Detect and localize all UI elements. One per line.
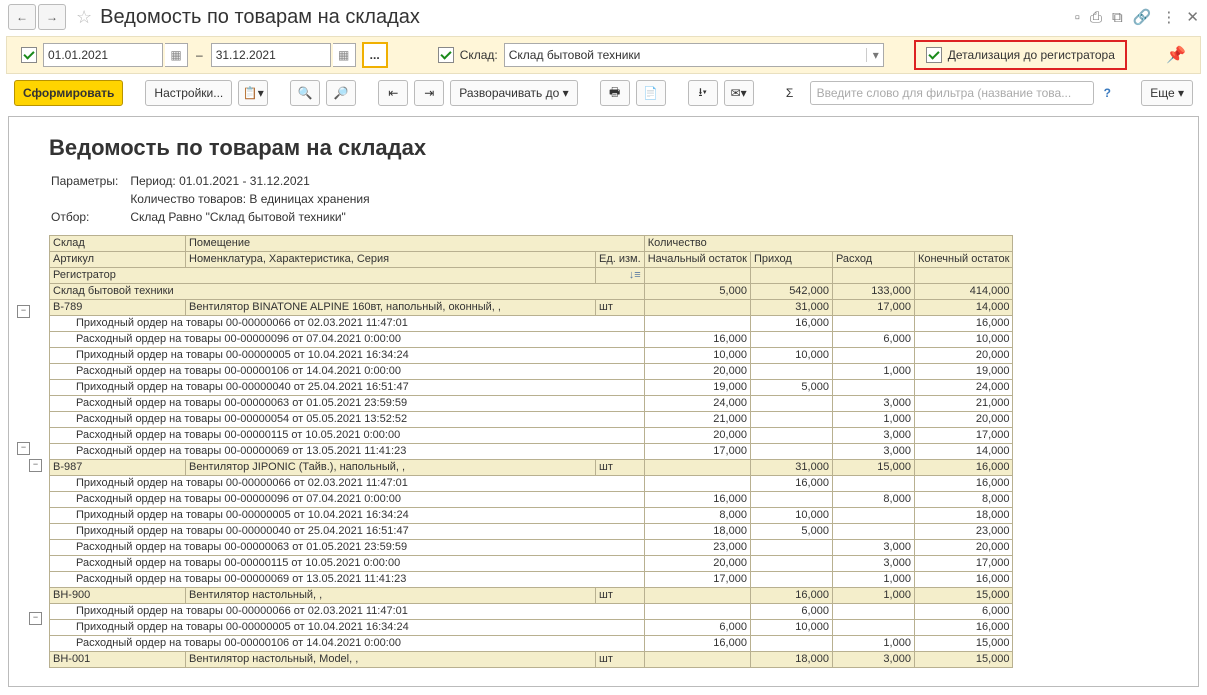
- pin-icon[interactable]: 📌: [1166, 45, 1186, 65]
- table-row[interactable]: Расходный ордер на товары 00-00000063 от…: [50, 396, 1013, 412]
- col-sklad: Склад: [50, 236, 186, 252]
- date-from-calendar-button[interactable]: ▦: [165, 43, 188, 67]
- send-button[interactable]: ✉▾: [724, 80, 754, 106]
- table-row[interactable]: Расходный ордер на товары 00-00000063 от…: [50, 540, 1013, 556]
- table-row[interactable]: Расходный ордер на товары 00-00000054 от…: [50, 412, 1013, 428]
- toolbar: Сформировать Настройки... 📋▾ 🔍 🔎 ⇤ ⇥ Раз…: [0, 76, 1207, 110]
- col-ed: Ед. изм.: [596, 252, 645, 268]
- back-button[interactable]: ←: [8, 4, 36, 30]
- date-to-calendar-button[interactable]: ▦: [333, 43, 356, 67]
- expand-button[interactable]: ⇥: [414, 80, 444, 106]
- tree-toggle[interactable]: −: [17, 305, 30, 318]
- table-row[interactable]: Расходный ордер на товары 00-00000096 от…: [50, 332, 1013, 348]
- table-row[interactable]: Расходный ордер на товары 00-00000106 от…: [50, 364, 1013, 380]
- tree-toggle[interactable]: −: [29, 612, 42, 625]
- col-nachost: Начальный остаток: [644, 252, 750, 268]
- detail-label: Детализация до регистратора: [948, 48, 1115, 62]
- print-icon[interactable]: ⎙: [1090, 9, 1102, 26]
- help-icon[interactable]: ?: [1104, 86, 1111, 100]
- filter-input[interactable]: Введите слово для фильтра (название това…: [810, 81, 1094, 105]
- settings-button[interactable]: Настройки...: [145, 80, 232, 106]
- kebab-icon[interactable]: ⋮: [1161, 8, 1176, 26]
- warehouse-label: Склад:: [460, 48, 498, 62]
- table-row[interactable]: Приходный ордер на товары 00-00000005 от…: [50, 508, 1013, 524]
- page-title: Ведомость по товарам на складах: [100, 6, 420, 29]
- sum-icon[interactable]: Σ: [776, 81, 804, 105]
- col-rashod: Расход: [832, 252, 914, 268]
- date-to-input[interactable]: 31.12.2021: [211, 43, 331, 67]
- table-row[interactable]: Расходный ордер на товары 00-00000069 от…: [50, 572, 1013, 588]
- period-picker-button[interactable]: ...: [362, 42, 388, 68]
- report-table: Склад Помещение Количество Артикул Номен…: [49, 235, 1013, 668]
- parameter-bar: 01.01.2021 ▦ – 31.12.2021 ▦ ... Склад: С…: [6, 36, 1201, 74]
- titlebar: ← → ☆ Ведомость по товарам на складах ▫ …: [0, 0, 1207, 34]
- table-row[interactable]: Приходный ордер на товары 00-00000066 от…: [50, 476, 1013, 492]
- table-row[interactable]: Приходный ордер на товары 00-00000040 от…: [50, 524, 1013, 540]
- find-button[interactable]: 🔍: [290, 80, 320, 106]
- collapse-button[interactable]: ⇤: [378, 80, 408, 106]
- table-row[interactable]: Расходный ордер на товары 00-00000106 от…: [50, 636, 1013, 652]
- table-row[interactable]: В-789Вентилятор BINATONE ALPINE 160вт, н…: [50, 300, 1013, 316]
- table-row[interactable]: Приходный ордер на товары 00-00000066 от…: [50, 316, 1013, 332]
- save-icon[interactable]: ▫: [1075, 9, 1080, 26]
- table-row[interactable]: Расходный ордер на товары 00-00000115 от…: [50, 428, 1013, 444]
- table-row[interactable]: ВН-900Вентилятор настольный, ,шт16,0001,…: [50, 588, 1013, 604]
- table-row[interactable]: Расходный ордер на товары 00-00000069 от…: [50, 444, 1013, 460]
- favorite-icon[interactable]: ☆: [76, 7, 92, 28]
- date-from-input[interactable]: 01.01.2021: [43, 43, 163, 67]
- table-row[interactable]: Расходный ордер на товары 00-00000096 от…: [50, 492, 1013, 508]
- print-button[interactable]: 🖶: [600, 80, 630, 106]
- settings-variants-button[interactable]: 📋▾: [238, 80, 268, 106]
- warehouse-combo[interactable]: Склад бытовой техники▾: [504, 43, 884, 67]
- forward-button[interactable]: →: [38, 4, 66, 30]
- more-button[interactable]: Еще ▾: [1141, 80, 1193, 106]
- report-viewport[interactable]: − − − − − Ведомость по товарам на склада…: [8, 116, 1199, 687]
- tree-toggle[interactable]: −: [17, 442, 30, 455]
- col-nomen: Номенклатура, Характеристика, Серия: [186, 252, 596, 268]
- preview-icon[interactable]: ⧉: [1112, 9, 1123, 26]
- table-row[interactable]: Склад бытовой техники5,000542,000133,000…: [50, 284, 1013, 300]
- col-pomesh: Помещение: [186, 236, 645, 252]
- col-artikul: Артикул: [50, 252, 186, 268]
- link-icon[interactable]: 🔗: [1133, 8, 1152, 26]
- col-prihod: Приход: [750, 252, 832, 268]
- report-title: Ведомость по товарам на складах: [49, 135, 1158, 161]
- table-row[interactable]: Расходный ордер на товары 00-00000115 от…: [50, 556, 1013, 572]
- table-row[interactable]: В-987Вентилятор JIPONIC (Тайв.), напольн…: [50, 460, 1013, 476]
- table-row[interactable]: Приходный ордер на товары 00-00000066 от…: [50, 604, 1013, 620]
- warehouse-checkbox[interactable]: [438, 47, 454, 63]
- generate-button[interactable]: Сформировать: [14, 80, 123, 106]
- table-row[interactable]: Приходный ордер на товары 00-00000005 от…: [50, 348, 1013, 364]
- tree-toggle[interactable]: −: [29, 459, 42, 472]
- col-konost: Конечный остаток: [914, 252, 1013, 268]
- report-params: Параметры:Период: 01.01.2021 - 31.12.202…: [49, 171, 382, 227]
- detail-checkbox[interactable]: [926, 47, 942, 63]
- detail-to-registrator-box: Детализация до регистратора: [914, 40, 1127, 70]
- col-kolvo: Количество: [644, 236, 1013, 252]
- save-button[interactable]: ⭳▾: [688, 80, 718, 106]
- sort-indicator-icon[interactable]: ↓≡: [596, 268, 645, 284]
- col-registrator: Регистратор: [50, 268, 596, 284]
- find-next-button[interactable]: 🔎: [326, 80, 356, 106]
- print-preview-button[interactable]: 📄: [636, 80, 666, 106]
- table-row[interactable]: Приходный ордер на товары 00-00000005 от…: [50, 620, 1013, 636]
- table-row[interactable]: ВН-001Вентилятор настольный, Model, ,шт1…: [50, 652, 1013, 668]
- chevron-down-icon: ▾: [866, 48, 879, 62]
- close-icon[interactable]: ✕: [1186, 8, 1199, 26]
- table-row[interactable]: Приходный ордер на товары 00-00000040 от…: [50, 380, 1013, 396]
- period-checkbox[interactable]: [21, 47, 37, 63]
- unfold-button[interactable]: Разворачивать до ▾: [450, 80, 577, 106]
